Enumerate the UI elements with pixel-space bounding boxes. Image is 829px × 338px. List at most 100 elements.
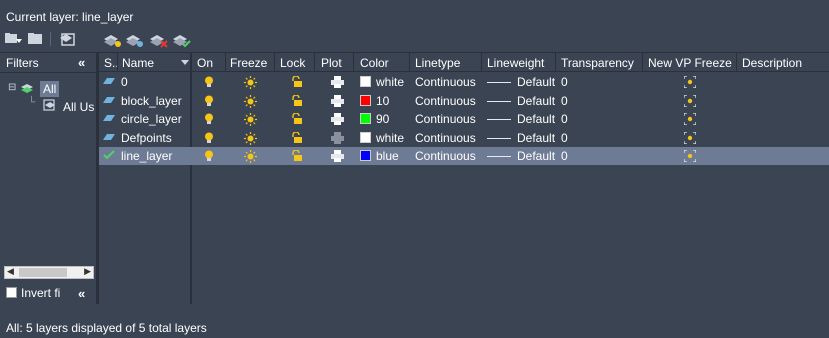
unlock-icon[interactable] [291, 113, 302, 125]
layer-row[interactable]: Defpoints white Continuous Default 0 [99, 129, 829, 147]
filters-title: Filters [6, 56, 39, 70]
thaw-sun-icon[interactable] [244, 113, 257, 126]
layer-row[interactable]: circle_layer 90 Continuous Default 0 [99, 110, 829, 128]
on-bulb-icon[interactable] [204, 95, 214, 107]
layer-linetype[interactable]: Continuous [415, 131, 476, 145]
col-new-vp-freeze[interactable]: New VP Freeze [648, 56, 732, 70]
tree-expander-icon[interactable]: ⊟ [8, 82, 16, 93]
layer-name[interactable]: block_layer [121, 94, 182, 108]
layer-name[interactable]: 0 [121, 75, 128, 89]
thaw-sun-icon[interactable] [244, 94, 257, 108]
layer-name[interactable]: line_layer [121, 149, 172, 163]
lineweight-sample [487, 119, 511, 120]
new-group-filter-icon[interactable] [26, 30, 46, 48]
collapse-filters-button[interactable]: « [78, 55, 85, 70]
layer-lineweight[interactable]: Default [487, 131, 555, 145]
layer-states-manager-icon[interactable] [58, 30, 78, 48]
layer-status-icon[interactable] [103, 132, 115, 142]
layer-lineweight[interactable]: Default [487, 75, 555, 89]
col-transparency[interactable]: Transparency [561, 56, 634, 70]
col-on[interactable]: On [197, 56, 213, 70]
layer-linetype[interactable]: Continuous [415, 149, 476, 163]
invert-filter-checkbox[interactable] [6, 287, 17, 298]
new-vp-freeze-icon[interactable] [684, 150, 696, 162]
delete-layer-icon[interactable] [148, 30, 168, 48]
new-layer-vp-frozen-icon[interactable] [124, 30, 144, 48]
layer-status-icon[interactable] [103, 95, 115, 105]
new-vp-freeze-icon[interactable] [684, 94, 696, 107]
color-label: blue [376, 149, 399, 163]
new-vp-freeze-icon[interactable] [684, 76, 696, 88]
scroll-left-arrow-icon[interactable]: ◀ [7, 266, 14, 277]
col-name[interactable]: Name [122, 56, 154, 70]
plot-printer-icon[interactable] [331, 94, 344, 107]
lineweight-label: Default [517, 75, 556, 89]
plot-printer-icon[interactable] [331, 150, 344, 162]
plot-printer-icon[interactable] [331, 113, 344, 125]
new-property-filter-icon[interactable] [4, 30, 24, 48]
layer-color[interactable]: 90 [360, 112, 389, 126]
layer-transparency[interactable]: 0 [561, 131, 568, 145]
filter-all-node[interactable]: All [40, 81, 60, 97]
layer-status-icon[interactable] [103, 113, 115, 123]
color-swatch [360, 94, 371, 106]
layer-row[interactable]: 0 white Continuous Default 0 [99, 73, 829, 91]
lineweight-sample [487, 137, 511, 139]
unlock-icon[interactable] [291, 131, 302, 144]
col-linetype[interactable]: Linetype [415, 56, 460, 70]
no-plot-printer-icon[interactable] [331, 131, 344, 144]
filter-tree-scrollbar[interactable]: ◀ ▶ [4, 266, 94, 279]
layer-name[interactable]: circle_layer [121, 112, 182, 126]
col-lock[interactable]: Lock [280, 56, 305, 70]
layer-row[interactable]: block_layer 10 Continuous Default 0 [99, 92, 829, 110]
col-plot[interactable]: Plot [321, 56, 342, 70]
layer-color[interactable]: 10 [360, 94, 389, 108]
layer-row[interactable]: line_layer blue Continuous Default 0 [99, 147, 829, 165]
layer-color[interactable]: blue [360, 149, 399, 163]
layer-transparency[interactable]: 0 [561, 149, 568, 163]
unlock-icon[interactable] [291, 76, 302, 88]
tree-line: └ [28, 97, 36, 108]
on-bulb-icon[interactable] [204, 150, 214, 162]
thaw-sun-icon[interactable] [244, 150, 257, 163]
plot-printer-icon[interactable] [331, 76, 344, 88]
layer-lineweight[interactable]: Default [487, 112, 555, 126]
layer-lineweight[interactable]: Default [487, 149, 555, 163]
unlock-icon[interactable] [291, 94, 302, 107]
layer-transparency[interactable]: 0 [561, 112, 568, 126]
thaw-sun-icon[interactable] [244, 76, 257, 89]
layer-name[interactable]: Defpoints [121, 131, 172, 145]
col-color[interactable]: Color [360, 56, 389, 70]
color-swatch [360, 113, 371, 124]
col-lineweight[interactable]: Lineweight [487, 56, 544, 70]
layer-linetype[interactable]: Continuous [415, 75, 476, 89]
layer-transparency[interactable]: 0 [561, 75, 568, 89]
toolbar-separator [50, 32, 51, 46]
layer-color[interactable]: white [360, 131, 404, 145]
set-current-icon[interactable] [171, 30, 191, 48]
invert-filter-label: Invert fi [21, 286, 61, 300]
thaw-sun-icon[interactable] [244, 131, 257, 145]
layer-linetype[interactable]: Continuous [415, 94, 476, 108]
lineweight-label: Default [517, 112, 556, 126]
col-freeze[interactable]: Freeze [230, 56, 267, 70]
layer-linetype[interactable]: Continuous [415, 112, 476, 126]
layer-lineweight[interactable]: Default [487, 94, 555, 108]
current-layer-check-icon[interactable] [103, 150, 115, 160]
layer-status-icon[interactable] [103, 76, 115, 86]
collapse-panel-button[interactable]: « [78, 286, 85, 301]
new-vp-freeze-icon[interactable] [684, 131, 696, 144]
filter-all-used-node[interactable]: All Us [63, 100, 94, 114]
scroll-right-arrow-icon[interactable]: ▶ [84, 266, 91, 277]
new-vp-freeze-icon[interactable] [684, 113, 696, 125]
on-bulb-icon[interactable] [204, 113, 214, 125]
on-bulb-icon[interactable] [204, 132, 214, 144]
layer-transparency[interactable]: 0 [561, 94, 568, 108]
col-description[interactable]: Description [742, 56, 802, 70]
scrollbar-thumb[interactable] [19, 268, 67, 277]
unlock-icon[interactable] [291, 150, 302, 162]
layer-color[interactable]: white [360, 75, 404, 89]
new-layer-icon[interactable] [102, 30, 122, 48]
grid-header: S.. Name On Freeze Lock Plot Color Linet… [99, 52, 829, 72]
on-bulb-icon[interactable] [204, 76, 214, 88]
